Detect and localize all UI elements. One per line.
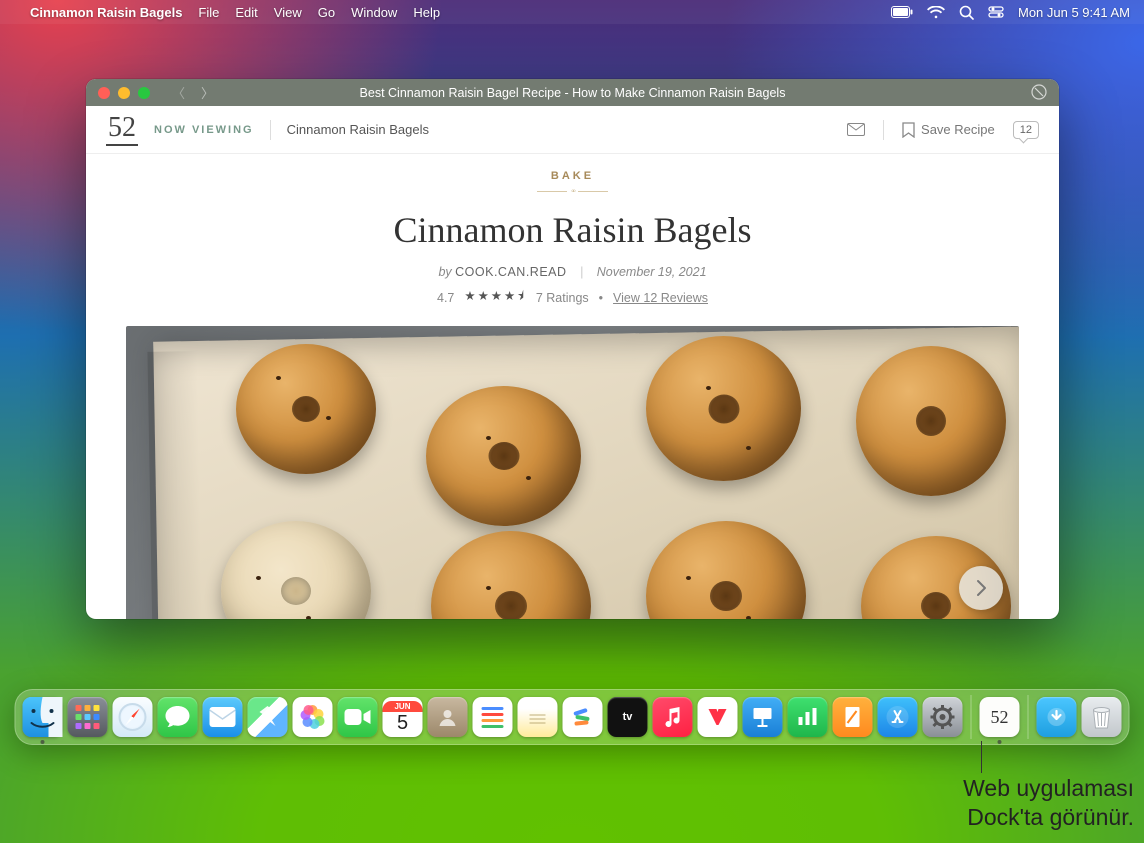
- dock-launchpad[interactable]: [68, 697, 108, 737]
- hero-image: [126, 326, 1019, 619]
- dock-messages[interactable]: [158, 697, 198, 737]
- byline: by COOK.CAN.READ | November 19, 2021: [86, 265, 1059, 279]
- wifi-icon[interactable]: [927, 6, 945, 19]
- publish-date: November 19, 2021: [597, 265, 707, 279]
- dock-freeform[interactable]: [563, 697, 603, 737]
- dock-pages[interactable]: [833, 697, 873, 737]
- next-image-button[interactable]: [959, 566, 1003, 610]
- now-viewing-label: NOW VIEWING: [154, 124, 254, 136]
- control-center-icon[interactable]: [988, 5, 1004, 19]
- recipe-title: Cinnamon Raisin Bagels: [86, 209, 1059, 251]
- dock-mail[interactable]: [203, 697, 243, 737]
- save-recipe-label: Save Recipe: [921, 122, 995, 137]
- menu-edit[interactable]: Edit: [235, 5, 257, 20]
- menu-window[interactable]: Window: [351, 5, 397, 20]
- dock-tv[interactable]: tv: [608, 697, 648, 737]
- dock-downloads[interactable]: [1037, 697, 1077, 737]
- window-close-button[interactable]: [98, 87, 110, 99]
- star-rating-icon: ★★★★⯨: [464, 287, 525, 308]
- menu-clock[interactable]: Mon Jun 5 9:41 AM: [1018, 5, 1130, 20]
- dock-maps[interactable]: [248, 697, 288, 737]
- comment-count-badge[interactable]: 12: [1013, 121, 1039, 139]
- dock-separator: [1028, 695, 1029, 739]
- menu-view[interactable]: View: [274, 5, 302, 20]
- divider: [883, 120, 884, 140]
- window-minimize-button[interactable]: [118, 87, 130, 99]
- menu-file[interactable]: File: [198, 5, 219, 20]
- divider: [270, 120, 271, 140]
- dock-reminders[interactable]: [473, 697, 513, 737]
- site-logo[interactable]: 52: [106, 114, 138, 146]
- callout-leader-line: [981, 741, 982, 773]
- callout-text: Web uygulamasıDock'ta görünür.: [774, 774, 1134, 832]
- dock-keynote[interactable]: [743, 697, 783, 737]
- dock-trash[interactable]: [1082, 697, 1122, 737]
- dock-photos[interactable]: [293, 697, 333, 737]
- calendar-month: JUN: [383, 701, 423, 712]
- dock-facetime[interactable]: [338, 697, 378, 737]
- window-titlebar[interactable]: 〈 〉 Best Cinnamon Raisin Bagel Recipe - …: [86, 79, 1059, 106]
- dock-webapp-52[interactable]: 52: [980, 697, 1020, 737]
- dock-system-settings[interactable]: [923, 697, 963, 737]
- email-button[interactable]: [847, 123, 865, 136]
- by-label: by: [438, 265, 451, 279]
- dock-separator: [971, 695, 972, 739]
- app-menu[interactable]: Cinnamon Raisin Bagels: [30, 5, 182, 20]
- dock-music[interactable]: [653, 697, 693, 737]
- dock-safari[interactable]: [113, 697, 153, 737]
- dock-appstore[interactable]: [878, 697, 918, 737]
- dock: JUN 5 tv: [15, 689, 1130, 745]
- nav-forward-button[interactable]: 〉: [201, 83, 214, 102]
- dock-contacts[interactable]: [428, 697, 468, 737]
- menu-go[interactable]: Go: [318, 5, 335, 20]
- breadcrumb[interactable]: Cinnamon Raisin Bagels: [287, 122, 429, 137]
- page-content: BAKE ◦◦ Cinnamon Raisin Bagels by COOK.C…: [86, 154, 1059, 619]
- battery-icon[interactable]: [891, 6, 913, 18]
- window-zoom-button[interactable]: [138, 87, 150, 99]
- dock-webapp-label: 52: [991, 707, 1009, 728]
- category-kicker[interactable]: BAKE: [86, 170, 1059, 182]
- page-toolbar: 52 NOW VIEWING Cinnamon Raisin Bagels Sa…: [86, 106, 1059, 154]
- reader-mode-icon[interactable]: [1031, 84, 1047, 100]
- menu-bar: Cinnamon Raisin Bagels File Edit View Go…: [0, 0, 1144, 24]
- nav-back-button[interactable]: 〈: [172, 83, 185, 102]
- view-reviews-link[interactable]: View 12 Reviews: [613, 291, 708, 305]
- rating-count: 7 Ratings: [536, 291, 589, 305]
- dock-finder[interactable]: [23, 697, 63, 737]
- spotlight-icon[interactable]: [959, 5, 974, 20]
- save-recipe-button[interactable]: Save Recipe: [902, 122, 995, 138]
- webapp-window: 〈 〉 Best Cinnamon Raisin Bagel Recipe - …: [86, 79, 1059, 619]
- kicker-ornament: ◦◦: [86, 186, 1059, 197]
- dock-numbers[interactable]: [788, 697, 828, 737]
- calendar-day: 5: [397, 713, 408, 733]
- dock-calendar[interactable]: JUN 5: [383, 697, 423, 737]
- dock-notes[interactable]: [518, 697, 558, 737]
- menu-help[interactable]: Help: [413, 5, 440, 20]
- rating-value: 4.7: [437, 291, 454, 305]
- author-link[interactable]: COOK.CAN.READ: [455, 265, 566, 279]
- window-title: Best Cinnamon Raisin Bagel Recipe - How …: [86, 86, 1059, 100]
- dock-news[interactable]: [698, 697, 738, 737]
